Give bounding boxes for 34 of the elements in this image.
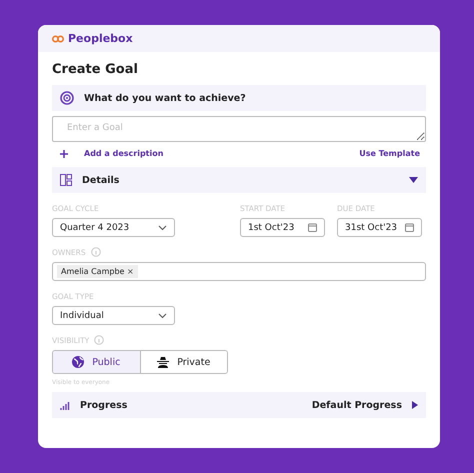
due-date-field[interactable]: 31st Oct'23 [337,218,422,237]
caret-right-icon [412,401,418,409]
signal-bars-icon [60,400,70,410]
progress-value: Default Progress [312,400,402,410]
details-header[interactable]: Details [52,167,426,193]
visibility-option[interactable]: Private [140,351,227,373]
goal-type-select[interactable]: Individual [52,306,175,325]
info-icon [90,247,101,257]
section-title: Progress [80,400,128,410]
layout-icon [60,174,72,186]
section-title: Details [82,174,120,186]
start-date-field[interactable]: 1st Oct'23 [240,218,325,237]
calendar-icon [405,223,414,232]
progress-header[interactable]: Progress Default Progress [52,392,426,418]
use-template-link[interactable]: Use Template [359,149,420,158]
add-description-link[interactable]: Add a description [84,149,164,158]
chevron-down-icon [158,312,167,318]
globe-icon [72,356,84,368]
goal-cycle-select[interactable]: Quarter 4 2023 [52,218,175,237]
remove-tag-button[interactable]: × [126,267,134,276]
spy-icon [157,356,170,368]
plus-icon [60,150,68,158]
owners-field[interactable]: Amelia Campbe × [52,262,426,281]
brand-name: Peoplebox [68,32,133,45]
owner-tag: Amelia Campbe × [57,265,138,278]
target-icon [60,91,74,105]
calendar-icon [308,223,317,232]
logo-icon [52,34,64,42]
chevron-down-icon [158,224,167,230]
section-title: What do you want to achieve? [84,92,247,104]
page-title: Create Goal [52,62,139,77]
goal-input[interactable]: Enter a Goal [52,116,426,142]
visibility-option[interactable]: Public [53,351,140,373]
info-icon [94,335,104,345]
